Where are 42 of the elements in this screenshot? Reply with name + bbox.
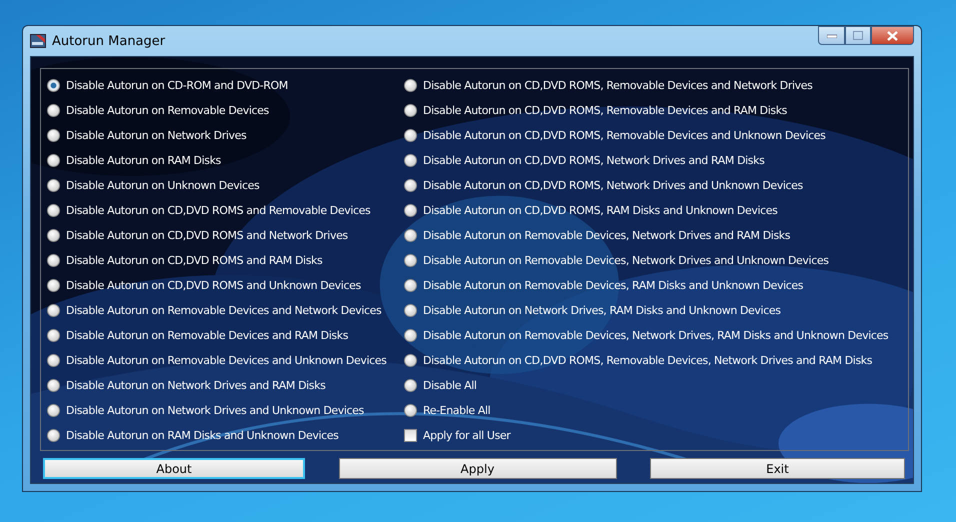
option-label: Disable Autorun on Removable Devices bbox=[66, 104, 269, 117]
option-label: Disable Autorun on Removable Devices and Unknown Devices bbox=[66, 354, 386, 367]
option-label: Disable Autorun on Network Drives and Unknown Devices bbox=[66, 404, 364, 417]
option-label: Disable Autorun on Network Drives bbox=[66, 129, 246, 142]
option-label: Disable Autorun on CD,DVD ROMS and Unknown Devices bbox=[66, 279, 361, 292]
option-label: Disable Autorun on CD,DVD ROMS, Removable Devices, Network Drives and RAM Disks bbox=[423, 354, 872, 367]
option-label: Disable Autorun on CD,DVD ROMS, Removable Devices and Network Drives bbox=[423, 79, 812, 92]
option-label: Disable Autorun on Removable Devices, RAM Disks and Unknown Devices bbox=[423, 279, 804, 292]
option-label: Disable Autorun on CD,DVD ROMS, Network Drives and RAM Disks bbox=[423, 154, 764, 167]
app-icon bbox=[30, 33, 46, 49]
option-label: Disable Autorun on Removable Devices, Network Drives and RAM Disks bbox=[423, 229, 790, 242]
option-label: Disable Autorun on CD,DVD ROMS, Removable Devices and RAM Disks bbox=[423, 104, 788, 117]
option-label: Disable Autorun on Removable Devices, Network Drives and Unknown Devices bbox=[423, 254, 829, 267]
maximize-button[interactable] bbox=[845, 26, 871, 45]
option-label: Disable Autorun on CD,DVD ROMS, RAM Disks and Unknown Devices bbox=[423, 204, 778, 217]
option-label: Disable Autorun on CD-ROM and DVD-ROM bbox=[66, 79, 288, 92]
option-label: Disable Autorun on RAM Disks and Unknown Devices bbox=[66, 429, 338, 442]
option-label: Disable Autorun on CD,DVD ROMS and Network Drives bbox=[66, 229, 348, 242]
option-label: Disable Autorun on Removable Devices and Network Devices bbox=[66, 304, 382, 317]
option-label: Disable Autorun on CD,DVD ROMS, Removable Devices and Unknown Devices bbox=[423, 129, 826, 142]
close-icon bbox=[887, 30, 898, 40]
option-label: Disable All bbox=[423, 379, 477, 392]
action-button[interactable]: Exit bbox=[650, 458, 905, 479]
minimize-button[interactable] bbox=[818, 26, 845, 45]
minimize-icon bbox=[826, 34, 836, 38]
window-title: Autorun Manager bbox=[52, 34, 166, 48]
option-label: Disable Autorun on Removable Devices and RAM Disks bbox=[66, 329, 348, 342]
option-label: Disable Autorun on Network Drives and RAM Disks bbox=[66, 379, 326, 392]
option-label: Re-Enable All bbox=[423, 404, 490, 417]
action-button[interactable]: About bbox=[43, 458, 305, 479]
maximize-icon bbox=[853, 31, 863, 40]
action-button[interactable]: Apply bbox=[338, 458, 616, 479]
option-label: Disable Autorun on Unknown Devices bbox=[66, 179, 260, 192]
option-label: Disable Autorun on CD,DVD ROMS and RAM Disks bbox=[66, 254, 322, 267]
option-label: Disable Autorun on Network Drives, RAM Disks and Unknown Devices bbox=[423, 304, 781, 317]
option-label: Apply for all User bbox=[423, 429, 510, 442]
option-label: Disable Autorun on RAM Disks bbox=[66, 154, 221, 167]
option-label: Disable Autorun on CD,DVD ROMS, Network Drives and Unknown Devices bbox=[423, 179, 803, 192]
option-label: Disable Autorun on Removable Devices, Network Drives, RAM Disks and Unknown Devices bbox=[423, 329, 888, 342]
checkbox[interactable] bbox=[404, 429, 417, 442]
close-button[interactable] bbox=[871, 26, 914, 45]
option-label: Disable Autorun on CD,DVD ROMS and Removable Devices bbox=[66, 204, 370, 217]
